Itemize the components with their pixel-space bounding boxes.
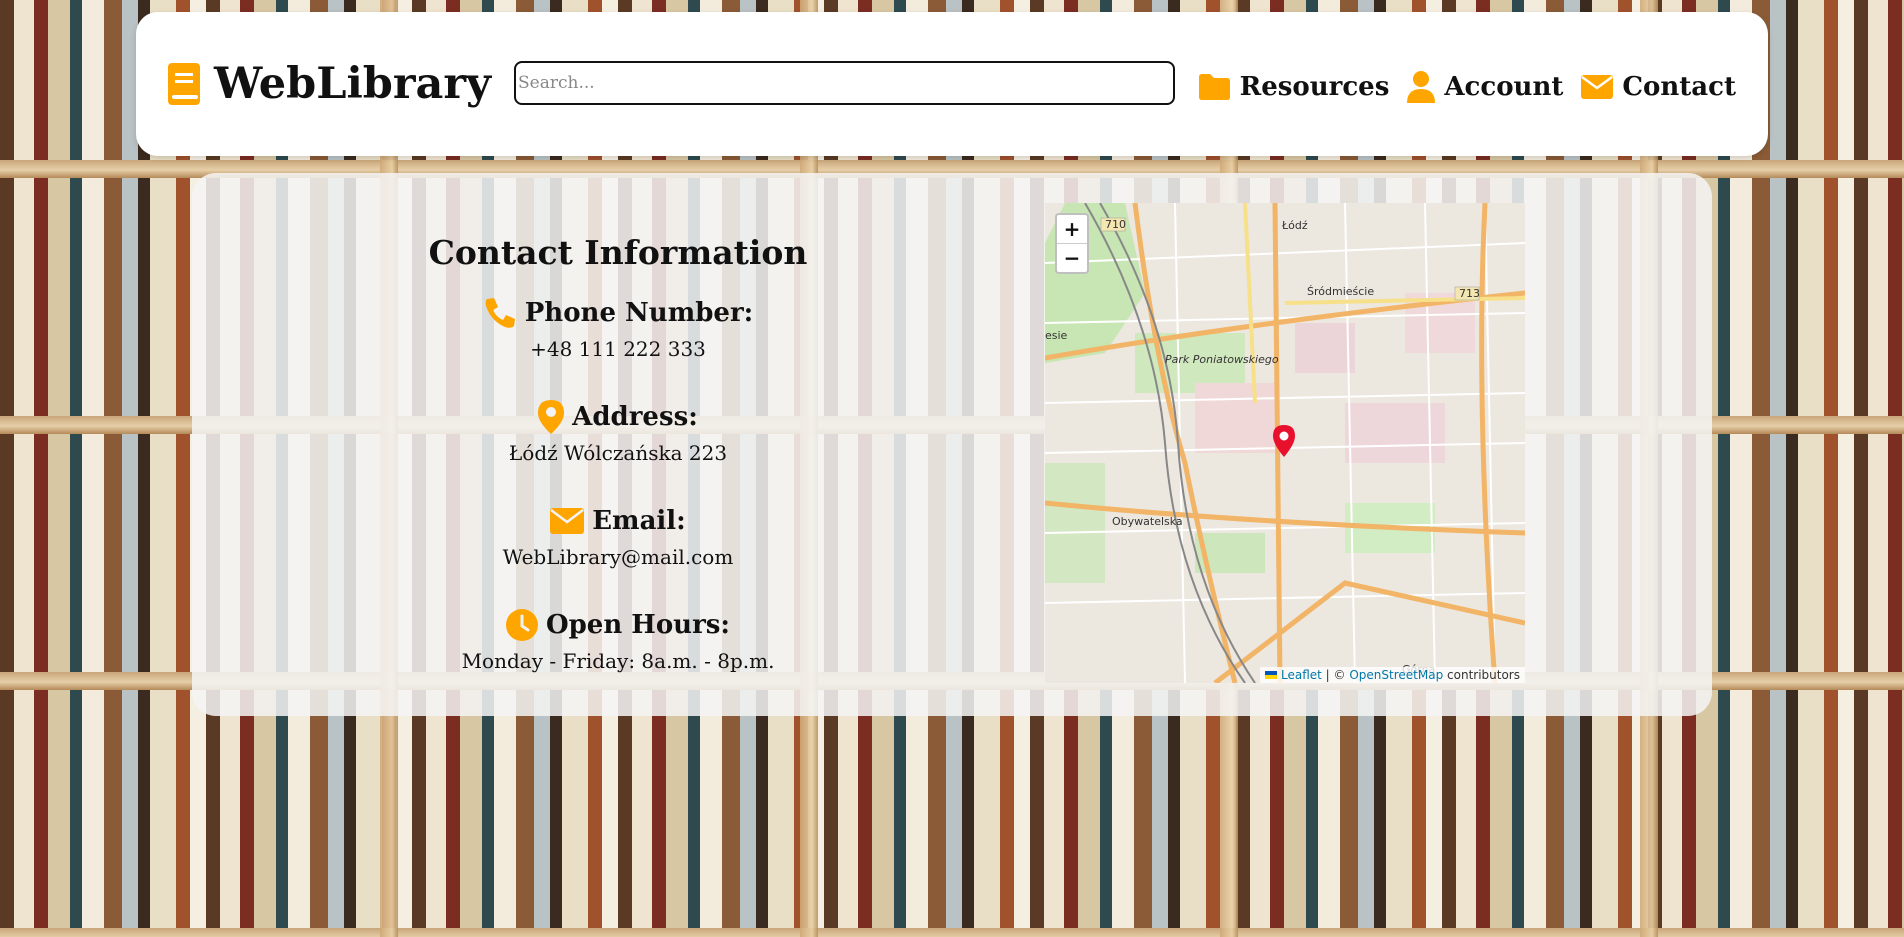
email-value: WebLibrary@mail.com: [502, 545, 734, 569]
zoom-in-button[interactable]: +: [1057, 215, 1087, 243]
attrib-suffix: contributors: [1443, 668, 1520, 682]
brand-title: WebLibrary: [214, 59, 492, 109]
nav-contact[interactable]: Contact: [1581, 72, 1736, 102]
attrib-sep: | ©: [1321, 668, 1350, 682]
folder-icon: [1198, 74, 1230, 100]
map-label-road1: 710: [1105, 218, 1126, 231]
map-attribution: Leaflet | © OpenStreetMap contributors: [1260, 667, 1525, 683]
address-label: Address:: [572, 402, 698, 432]
contact-panel: Contact Information Phone Number: +48 11…: [192, 173, 1712, 716]
search-input[interactable]: [514, 61, 1175, 105]
brand-logo[interactable]: WebLibrary: [166, 59, 492, 109]
map-label-district1: Śródmieście: [1307, 285, 1374, 298]
main-nav: Resources Account Contact: [1197, 70, 1736, 104]
map-pin-icon: [538, 400, 565, 434]
nav-resources[interactable]: Resources: [1197, 72, 1390, 102]
phone-value: +48 111 222 333: [530, 337, 706, 361]
map-zoom-control: + −: [1055, 213, 1089, 274]
nav-resources-label: Resources: [1239, 72, 1390, 102]
map-label-city: Łódź: [1281, 219, 1308, 232]
hours-label: Open Hours:: [545, 610, 731, 640]
hours-value: Monday - Friday: 8a.m. - 8p.m.: [461, 649, 775, 673]
contact-information: Contact Information Phone Number: +48 11…: [192, 233, 1044, 677]
zoom-out-button[interactable]: −: [1057, 243, 1087, 272]
book-icon: [168, 63, 200, 105]
osm-link[interactable]: OpenStreetMap: [1349, 668, 1443, 682]
location-map[interactable]: Łódź Śródmieście Park Poniatowskiego Oby…: [1045, 203, 1525, 683]
address-block: Address: Łódź Wólczańska 223: [192, 397, 1044, 469]
map-label-park: Park Poniatowskiego: [1165, 353, 1279, 366]
flag-icon: [1265, 671, 1278, 679]
email-label: Email:: [592, 506, 686, 536]
map-label-road2: 713: [1459, 287, 1480, 300]
map-tiles: Łódź Śródmieście Park Poniatowskiego Oby…: [1045, 203, 1525, 683]
nav-account-label: Account: [1444, 72, 1564, 102]
map-label-edge: esie: [1045, 329, 1068, 342]
user-icon: [1407, 71, 1436, 103]
email-block: Email: WebLibrary@mail.com: [192, 501, 1044, 573]
leaflet-link[interactable]: Leaflet: [1281, 668, 1322, 682]
envelope-icon: [1581, 75, 1614, 99]
clock-icon: [505, 609, 538, 641]
contact-title: Contact Information: [428, 233, 808, 272]
nav-contact-label: Contact: [1622, 72, 1736, 102]
phone-block: Phone Number: +48 111 222 333: [192, 293, 1044, 365]
site-header: WebLibrary Resources Account Contact: [136, 12, 1768, 156]
envelope-icon: [550, 508, 585, 534]
phone-icon: [485, 298, 515, 328]
address-value: Łódź Wólczańska 223: [508, 441, 728, 465]
map-label-street: Obywatelska: [1112, 515, 1183, 528]
hours-block: Open Hours: Monday - Friday: 8a.m. - 8p.…: [192, 605, 1044, 677]
nav-account[interactable]: Account: [1407, 71, 1563, 103]
phone-label: Phone Number:: [524, 298, 754, 328]
